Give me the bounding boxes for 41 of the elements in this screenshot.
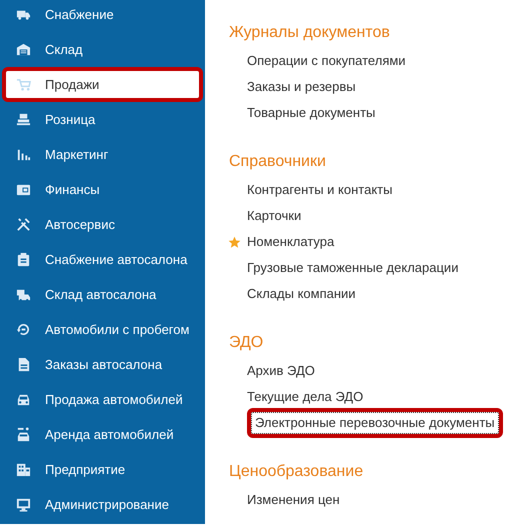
document-icon <box>16 357 31 372</box>
sidebar-item[interactable]: Склад <box>0 32 205 67</box>
menu-link[interactable]: Электронные перевозочные документы <box>247 408 503 438</box>
sidebar-item[interactable]: Маркетинг <box>0 137 205 172</box>
sidebar-item[interactable]: Снабжение <box>0 0 205 32</box>
cart-icon <box>16 77 31 92</box>
menu-link[interactable]: Грузовые таможенные декларации <box>247 258 458 278</box>
warehouse-icon <box>16 42 31 57</box>
menu-link[interactable]: Контрагенты и контакты <box>247 180 392 200</box>
sidebar-item[interactable]: Склад автосалона <box>0 277 205 312</box>
menu-link[interactable]: Текущие дела ЭДО <box>247 387 364 407</box>
menu-link[interactable]: Товарные документы <box>247 103 376 123</box>
menu-link[interactable]: Заказы и резервы <box>247 77 356 97</box>
sidebar-item[interactable]: Финансы <box>0 172 205 207</box>
sidebar-item[interactable]: Продажи <box>2 67 203 102</box>
menu-link[interactable]: Склады компании <box>247 284 356 304</box>
menu-link[interactable]: Карточки <box>247 206 302 226</box>
clipboard-icon <box>16 252 31 267</box>
bar-chart-icon <box>16 147 31 162</box>
sidebar-item[interactable]: Автомобили с пробегом <box>0 312 205 347</box>
menu-link[interactable]: Номенклатура <box>247 232 334 252</box>
sidebar-item[interactable]: Аренда автомобилей <box>0 417 205 452</box>
sidebar-item[interactable]: Снабжение автосалона <box>0 242 205 277</box>
sidebar-item[interactable]: Заказы автосалона <box>0 347 205 382</box>
sidebar-item[interactable]: Администрирование <box>0 487 205 522</box>
sidebar-item[interactable]: Предприятие <box>0 452 205 487</box>
section-heading: ЭДО <box>229 333 264 353</box>
sidebar-item[interactable]: Розница <box>0 102 205 137</box>
section-heading: Справочники <box>229 152 327 172</box>
monitor-icon <box>16 497 31 512</box>
wallet-icon <box>16 182 31 197</box>
register-icon <box>16 112 31 127</box>
section-heading: Ценообразование <box>229 462 364 482</box>
sidebar-item[interactable]: Продажа автомобилей <box>0 382 205 417</box>
section-heading: Журналы документов <box>229 23 391 43</box>
building-icon <box>16 462 31 477</box>
sidebar-item[interactable]: Автосервис <box>0 207 205 242</box>
menu-link[interactable]: Изменения цен <box>247 490 340 510</box>
tools-icon <box>16 217 31 232</box>
menu-link[interactable]: Операции с покупателями <box>247 51 406 71</box>
menu-link[interactable]: Архив ЭДО <box>247 361 315 381</box>
